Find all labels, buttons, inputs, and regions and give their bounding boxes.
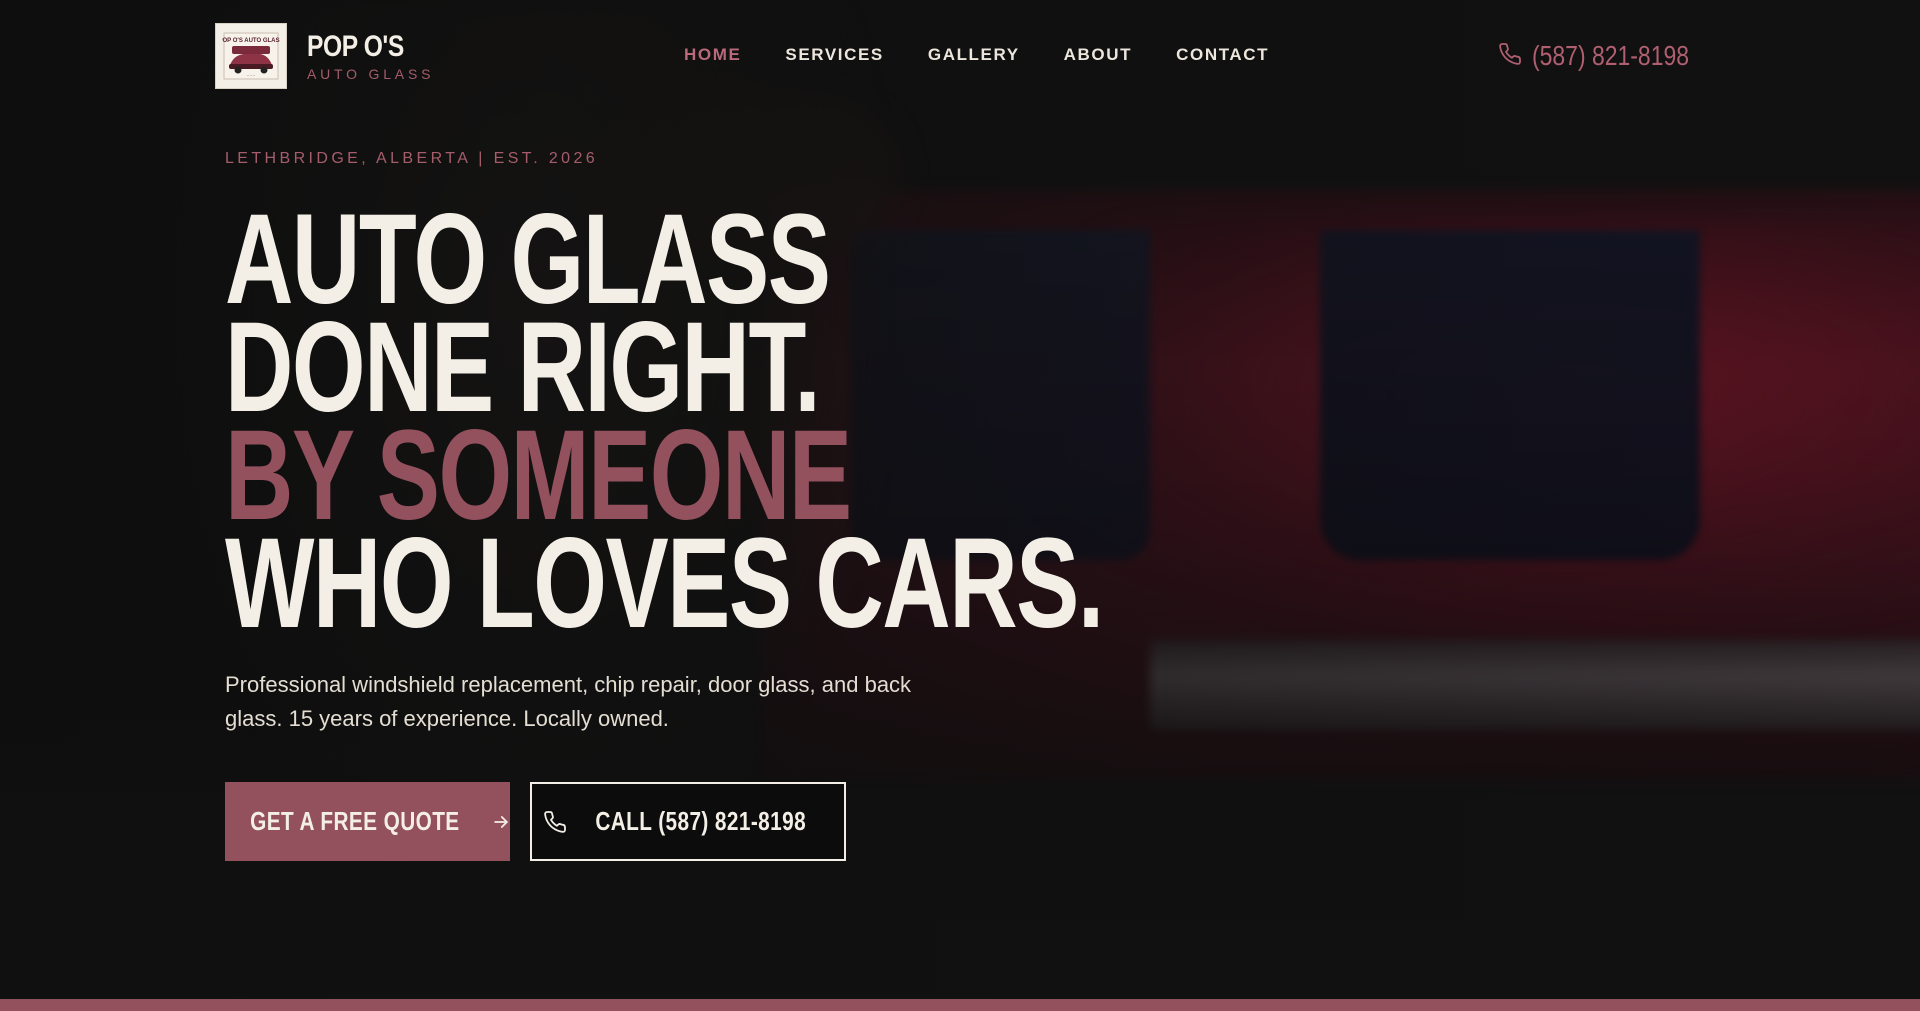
logo-image: POP O'S AUTO GLASS ~ ~ ~ bbox=[215, 23, 287, 89]
hero-subtext: Professional windshield replacement, chi… bbox=[225, 672, 912, 731]
brand-subtitle: AUTO GLASS bbox=[307, 65, 435, 82]
header-phone-link[interactable]: (587) 821-8198 bbox=[1498, 40, 1702, 72]
main-nav: HOME SERVICES GALLERY ABOUT CONTACT bbox=[684, 45, 1313, 65]
phone-icon bbox=[543, 810, 567, 834]
svg-text:~ ~ ~: ~ ~ ~ bbox=[247, 74, 255, 78]
brand-logo-link[interactable]: POP O'S AUTO GLASS ~ ~ ~ POP O'S AUTO GL… bbox=[215, 23, 434, 89]
nav-item-services[interactable]: SERVICES bbox=[785, 45, 883, 65]
nav-item-gallery[interactable]: GALLERY bbox=[928, 45, 1020, 65]
site-header: POP O'S AUTO GLASS ~ ~ ~ POP O'S AUTO GL… bbox=[0, 0, 1920, 112]
svg-text:POP O'S AUTO GLASS: POP O'S AUTO GLASS bbox=[222, 38, 280, 44]
phone-icon bbox=[1498, 42, 1522, 71]
brand-name: POP O'S bbox=[307, 29, 404, 63]
nav-item-home[interactable]: HOME bbox=[684, 45, 741, 65]
call-phone-label: CALL (587) 821-8198 bbox=[595, 806, 807, 836]
hero-section: LETHBRIDGE, ALBERTA | EST. 2026 AUTO GLA… bbox=[225, 150, 1411, 861]
call-phone-button[interactable]: CALL (587) 821-8198 bbox=[530, 782, 846, 861]
bottom-accent-stripe bbox=[0, 999, 1920, 1011]
hero-cta-row: GET A FREE QUOTE CALL (587) 821-8198 bbox=[225, 782, 1411, 861]
nav-item-contact[interactable]: CONTACT bbox=[1176, 45, 1269, 65]
hero-headline: AUTO GLASS DONE RIGHT. BY SOMEONE WHO LO… bbox=[225, 196, 1411, 655]
arrow-right-icon bbox=[491, 812, 511, 832]
header-phone-number: (587) 821-8198 bbox=[1532, 40, 1690, 71]
get-free-quote-label: GET A FREE QUOTE bbox=[249, 806, 460, 836]
get-free-quote-button[interactable]: GET A FREE QUOTE bbox=[225, 782, 510, 861]
nav-item-about[interactable]: ABOUT bbox=[1064, 45, 1132, 65]
hero-eyebrow: LETHBRIDGE, ALBERTA | EST. 2026 bbox=[225, 150, 599, 167]
headline-line-4: WHO LOVES CARS. bbox=[225, 512, 1104, 655]
